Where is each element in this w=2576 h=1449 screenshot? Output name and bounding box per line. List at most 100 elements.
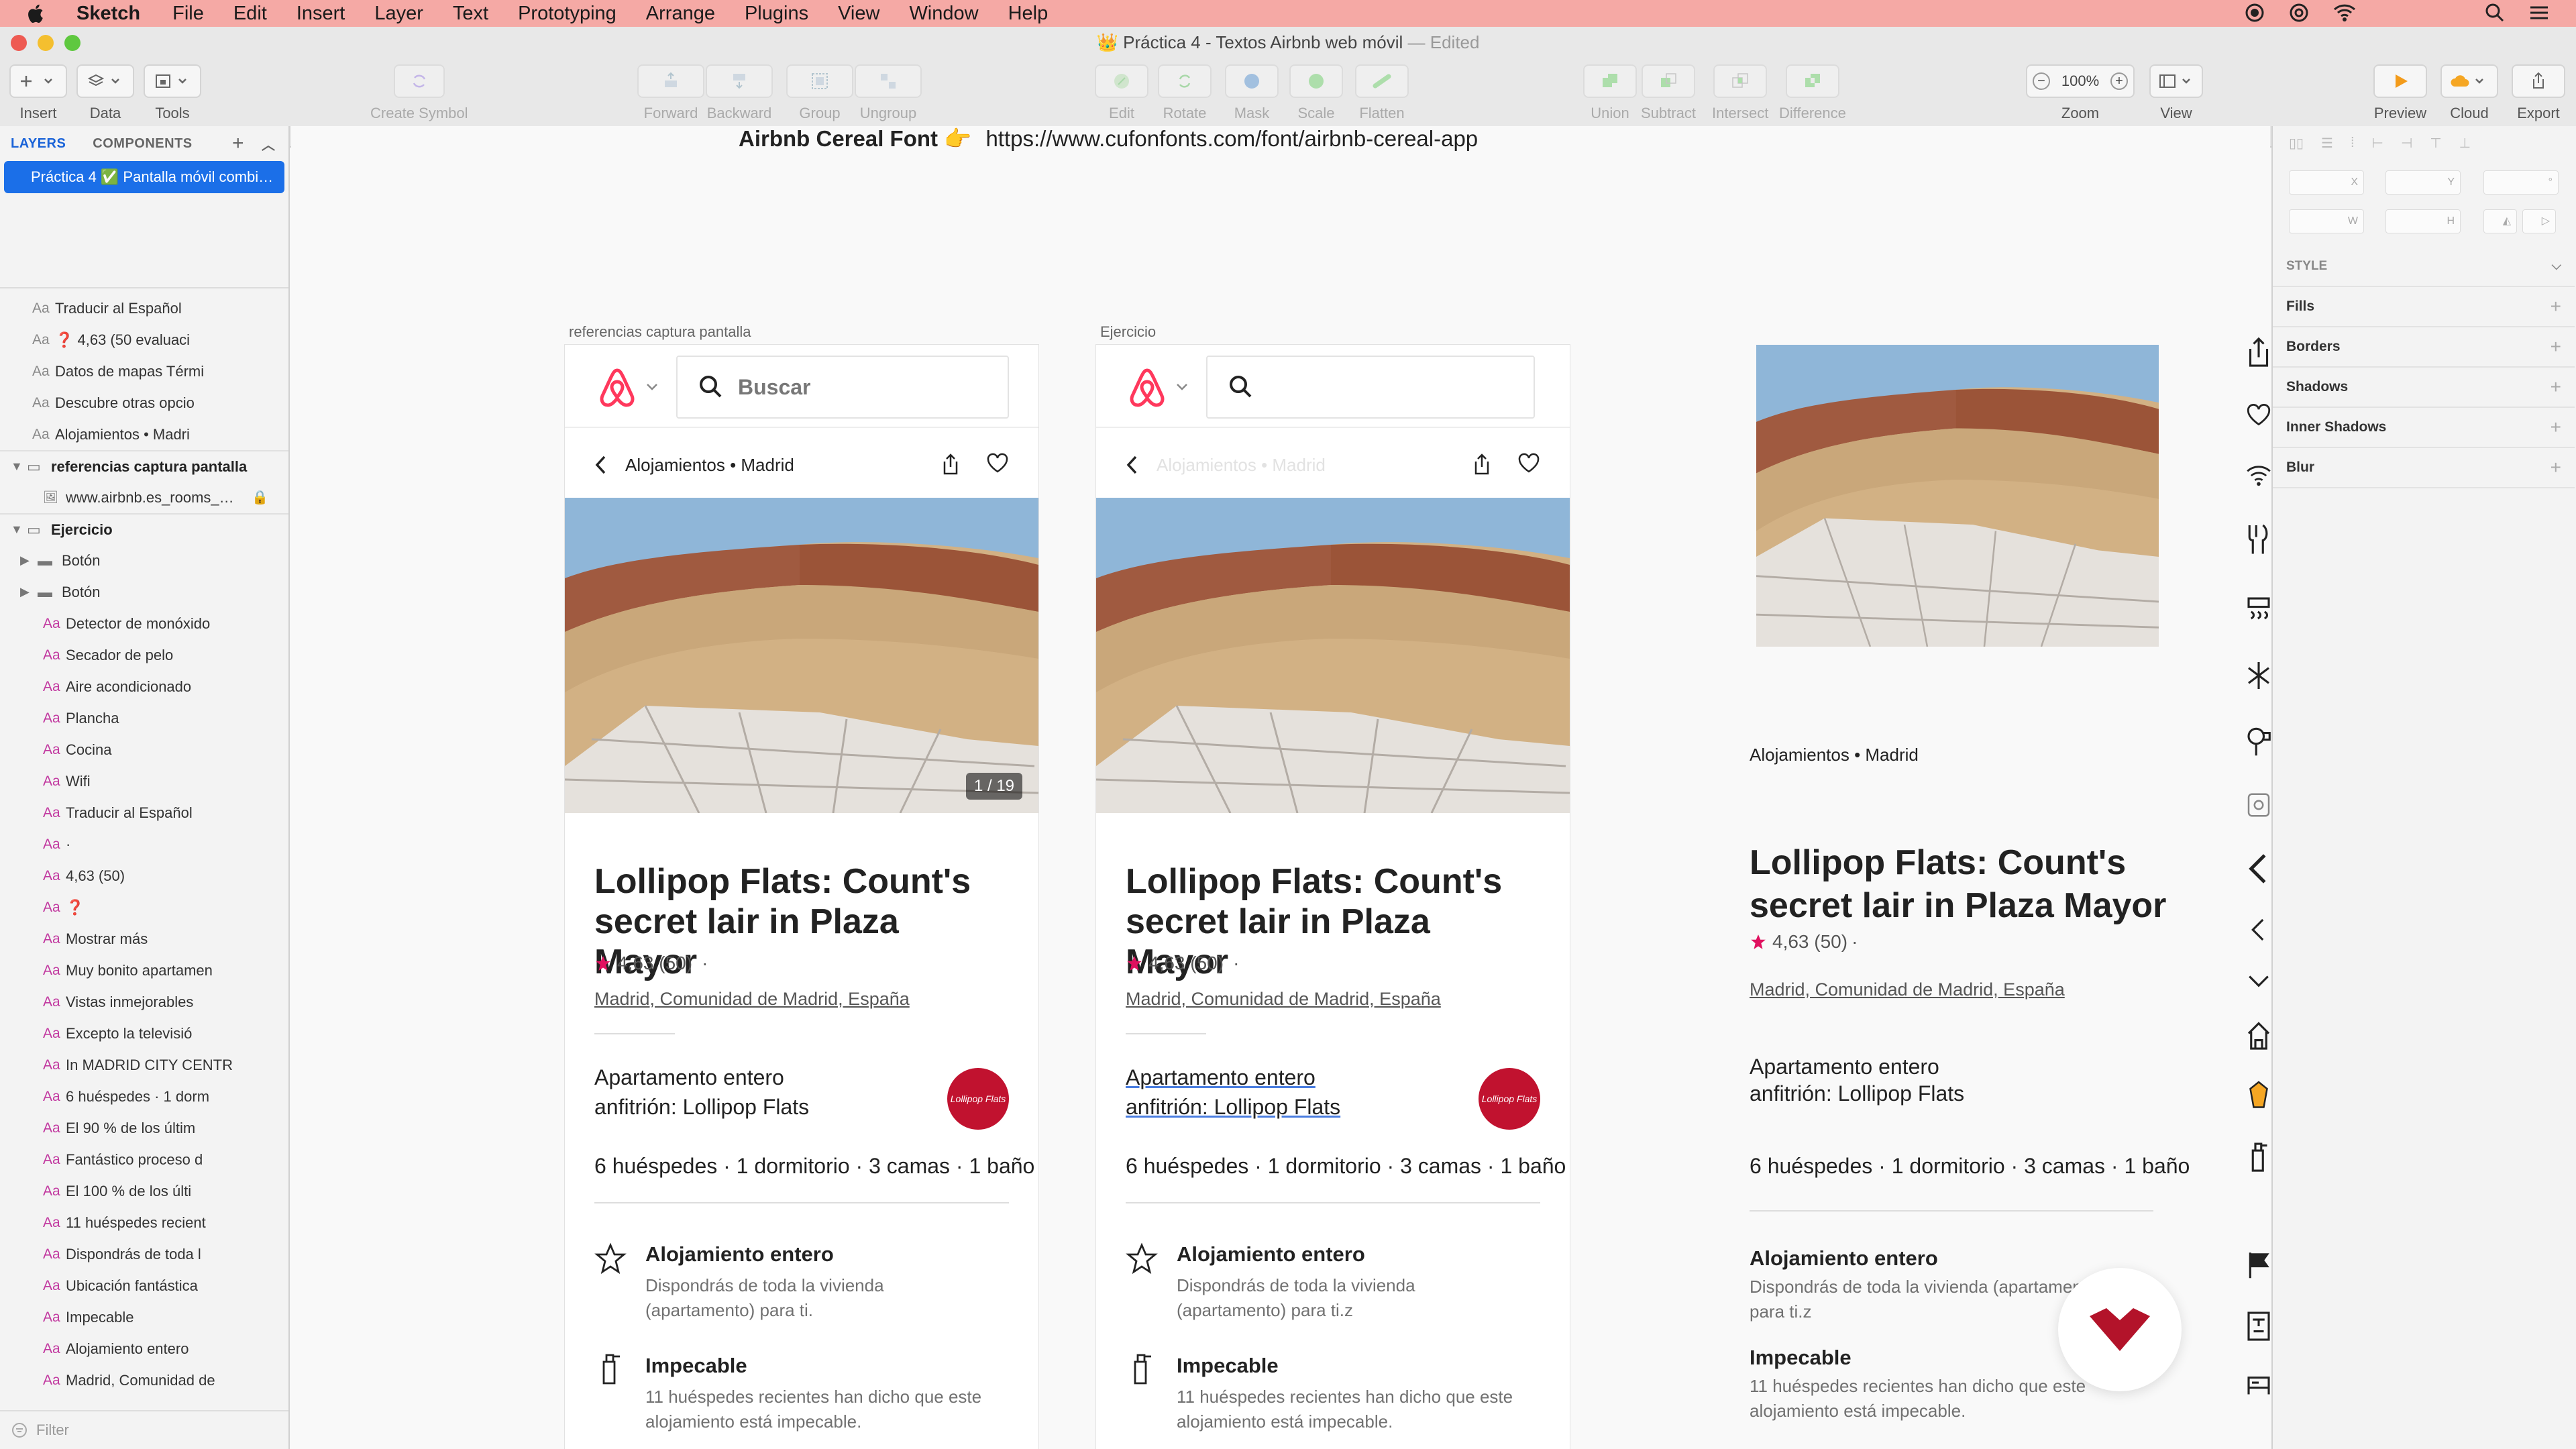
y-field[interactable]: Y: [2385, 170, 2461, 195]
snowflake-icon[interactable]: [2246, 659, 2271, 692]
menu-layer[interactable]: Layer: [374, 3, 423, 25]
distribute-icon[interactable]: ⁞: [2351, 136, 2355, 151]
union-icon[interactable]: [1583, 64, 1637, 98]
align-middle-icon[interactable]: ⊣: [2401, 135, 2412, 152]
scale-tool[interactable]: Scale: [1289, 64, 1343, 122]
layer-item[interactable]: Aa ❓ 4,63 (50 evaluaci: [0, 324, 288, 356]
menu-plugins[interactable]: Plugins: [745, 3, 808, 25]
backward-tool[interactable]: Backward: [706, 64, 773, 122]
tab-layers[interactable]: LAYERS: [11, 136, 66, 152]
image-layer[interactable]: 🖼 www.airbnb.es_rooms_… 🔒: [0, 482, 288, 513]
layer-item[interactable]: Aa Madrid, Comunidad de: [0, 1364, 288, 1396]
layer-item[interactable]: Aa Alojamiento entero: [0, 1333, 288, 1364]
loose-feature-1-title[interactable]: Alojamiento entero: [1750, 1246, 1938, 1271]
layer-item[interactable]: Aa 6 huéspedes · 1 dorm: [0, 1081, 288, 1112]
group-layer-boton[interactable]: ▶ ▬ Botón: [0, 576, 288, 608]
artboard-ejercicio[interactable]: Alojamientos • Madrid Lollipop Flats: Co…: [1096, 345, 1570, 1449]
blur-row[interactable]: Blur +: [2273, 448, 2575, 488]
disclosure-triangle-icon[interactable]: ▶: [20, 553, 38, 568]
air-conditioning-icon[interactable]: [2246, 592, 2271, 625]
cleaning-spray-icon[interactable]: [2246, 1140, 2271, 1174]
mask-tool[interactable]: Mask: [1225, 64, 1279, 122]
chevron-left-icon[interactable]: [2246, 916, 2271, 943]
export-tool[interactable]: Export: [2512, 64, 2565, 122]
layer-item[interactable]: Aa Impecable: [0, 1301, 288, 1333]
subtract-icon[interactable]: [1641, 64, 1695, 98]
menu-text[interactable]: Text: [453, 3, 488, 25]
intersect-tool[interactable]: Intersect: [1712, 64, 1768, 122]
flag-icon[interactable]: [2246, 1249, 2271, 1280]
tools-tool[interactable]: Tools: [144, 64, 201, 122]
layer-item[interactable]: Aa Datos de mapas Térmi: [0, 356, 288, 387]
plaza-mayor-photo[interactable]: [1096, 498, 1570, 813]
rotate-icon[interactable]: [1158, 64, 1212, 98]
menu-help[interactable]: Help: [1008, 3, 1049, 25]
shadows-row[interactable]: Shadows +: [2273, 368, 2575, 408]
cloud-icon[interactable]: [2440, 64, 2498, 98]
layer-item[interactable]: Aa Excepto la televisió: [0, 1018, 288, 1049]
canvas[interactable]: Airbnb Cereal Font 👉 https://www.cufonfo…: [291, 126, 2270, 1449]
zoom-out-icon[interactable]: −: [2033, 72, 2050, 90]
chevron-down-icon[interactable]: [2246, 971, 2271, 991]
scale-icon[interactable]: [1289, 64, 1343, 98]
back-arrow-icon[interactable]: [1126, 455, 1139, 475]
layer-item[interactable]: Aa Descubre otras opcio: [0, 387, 288, 419]
hair-dryer-icon[interactable]: [2246, 724, 2271, 758]
tools-icon[interactable]: [144, 64, 201, 98]
layer-item[interactable]: Aa Ubicación fantástica: [0, 1270, 288, 1301]
back-arrow-icon[interactable]: [594, 455, 608, 475]
difference-icon[interactable]: [1785, 64, 1839, 98]
menu-file[interactable]: File: [172, 3, 204, 25]
layer-item[interactable]: Aa Traducir al Español: [0, 797, 288, 828]
layer-item[interactable]: Aa ❓: [0, 892, 288, 923]
add-shadow-icon[interactable]: +: [2551, 376, 2561, 398]
location-link[interactable]: Madrid, Comunidad de Madrid, España: [1126, 989, 1441, 1010]
disclosure-triangle-icon[interactable]: ▼: [11, 523, 27, 537]
view-tool[interactable]: View: [2149, 64, 2203, 122]
layer-item[interactable]: Aa In MADRID CITY CENTR: [0, 1049, 288, 1081]
w-field[interactable]: W: [2289, 209, 2364, 233]
difference-tool[interactable]: Difference: [1779, 64, 1846, 122]
lock-icon[interactable]: 🔒: [252, 489, 268, 506]
wifi-icon[interactable]: [2246, 463, 2271, 487]
ungroup-icon[interactable]: [855, 64, 922, 98]
forward-tool[interactable]: Forward: [637, 64, 704, 122]
export-icon[interactable]: [2512, 64, 2565, 98]
layer-item[interactable]: Aa Cocina: [0, 734, 288, 765]
loose-amenities-summary[interactable]: 6 huéspedes · 1 dormitorio · 3 camas · 1…: [1750, 1154, 2190, 1179]
layer-item[interactable]: Aa Secador de pelo: [0, 639, 288, 671]
subtract-tool[interactable]: Subtract: [1641, 64, 1696, 122]
smoke-detector-icon[interactable]: [2246, 792, 2271, 818]
menu-view[interactable]: View: [838, 3, 879, 25]
add-border-icon[interactable]: +: [2551, 336, 2561, 358]
data-tool[interactable]: Data: [76, 64, 134, 122]
collapse-pages-icon[interactable]: ︿: [262, 134, 276, 154]
loose-listing-title[interactable]: Lollipop Flats: Count's secret lair in P…: [1750, 841, 2179, 927]
align-top-icon[interactable]: ⊢: [2372, 135, 2383, 152]
loose-feature-2-text[interactable]: 11 huéspedes recientes han dicho que est…: [1750, 1374, 2139, 1424]
creative-cloud-icon[interactable]: [2289, 3, 2309, 23]
heart-icon[interactable]: [2246, 402, 2271, 427]
loose-host-block[interactable]: Apartamento entero anfitrión: Lollipop Fl…: [1750, 1053, 1964, 1107]
add-page-icon[interactable]: +: [232, 132, 244, 155]
preview-tool[interactable]: Preview: [2373, 64, 2427, 122]
wifi-icon[interactable]: [2333, 3, 2356, 22]
zoom-in-icon[interactable]: +: [2110, 72, 2128, 90]
loose-feature-2-title[interactable]: Impecable: [1750, 1346, 1851, 1370]
chevron-down-icon[interactable]: ⌵: [2552, 259, 2561, 274]
group-layer-boton[interactable]: ▶ ▬ Botón: [0, 545, 288, 576]
loose-rating-row[interactable]: 4,63 (50) ·: [1750, 931, 1858, 953]
heart-icon[interactable]: [986, 452, 1009, 474]
intersect-icon[interactable]: [1713, 64, 1768, 98]
union-tool[interactable]: Union: [1583, 64, 1637, 122]
apple-icon[interactable]: [25, 3, 44, 24]
home-icon[interactable]: [2246, 1018, 2271, 1052]
disclosure-triangle-icon[interactable]: ▶: [20, 585, 38, 599]
share-icon[interactable]: [1472, 452, 1492, 476]
brand-badge[interactable]: [2058, 1268, 2182, 1391]
group-tool[interactable]: Group: [786, 64, 853, 122]
chevron-down-icon[interactable]: [645, 382, 659, 392]
inner-shadows-row[interactable]: Inner Shadows +: [2273, 408, 2575, 448]
flip-horizontal-button[interactable]: ◭: [2483, 209, 2517, 233]
artboard-label-ejercicio[interactable]: Ejercicio: [1100, 323, 1156, 341]
